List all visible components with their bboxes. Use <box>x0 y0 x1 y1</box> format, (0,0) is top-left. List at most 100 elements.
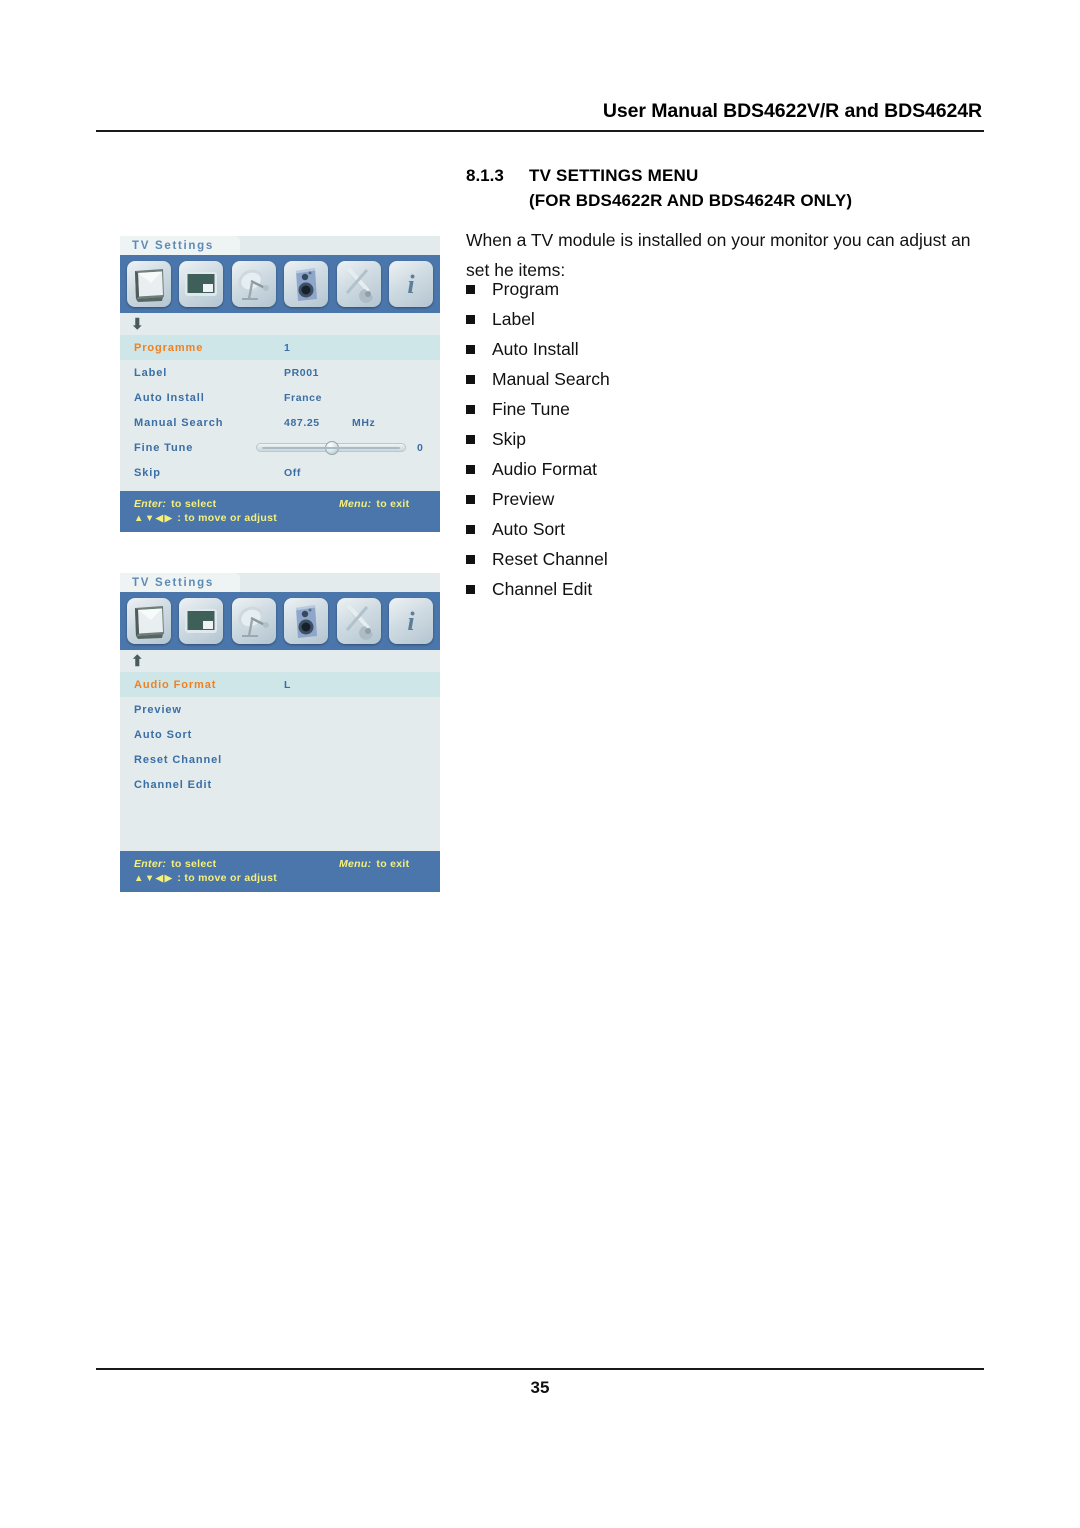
list-item-label: Reset Channel <box>492 549 608 569</box>
menu-action-label: to exit <box>376 498 410 510</box>
section-subtitle: (FOR BDS4622R AND BDS4624R ONLY) <box>529 191 853 210</box>
list-item-label: Label <box>492 309 535 329</box>
enter-key-label: Enter: <box>134 858 167 870</box>
fine-tune-slider[interactable]: 0 <box>256 435 423 460</box>
tools-wrench-icon[interactable] <box>336 598 381 644</box>
menu-key-label: Menu: <box>339 498 372 510</box>
osd-row-label: Auto Sort <box>134 728 193 741</box>
osd-menu-row[interactable]: Channel Edit <box>120 772 440 797</box>
osd-scroll-indicator-row: ⬆ <box>120 650 440 672</box>
scroll-up-arrow-icon: ⬆ <box>131 652 144 670</box>
osd-help-footer: Enter: to select Menu: to exit ▲▼◀▶ : to… <box>120 491 440 532</box>
list-item: Audio Format <box>466 454 986 484</box>
list-item-label: Fine Tune <box>492 399 570 419</box>
osd-row-label: Programme <box>134 341 204 354</box>
dpad-action-label: : to move or adjust <box>177 872 278 884</box>
enter-key-label: Enter: <box>134 498 167 510</box>
dpad-arrows-icon: ▲▼◀▶ <box>134 512 174 524</box>
slider-value: 0 <box>417 441 423 454</box>
osd-menu-row[interactable]: Reset Channel <box>120 747 440 772</box>
list-item: Skip <box>466 424 986 454</box>
list-item-label: Audio Format <box>492 459 598 479</box>
list-item-label: Channel Edit <box>492 579 593 599</box>
picture-in-picture-icon[interactable] <box>179 598 224 644</box>
osd-row-label: Manual Search <box>134 416 224 429</box>
satellite-dish-icon[interactable] <box>231 261 276 307</box>
osd-menu-rows: Programme 1 Label PR001 Auto Install France Ma… <box>120 335 440 485</box>
osd-empty-space <box>120 797 440 851</box>
section-heading: 8.1.3 TV SETTINGS MENU (FOR BDS4622R AND… <box>466 166 986 211</box>
enter-action-label: to select <box>171 498 217 510</box>
osd-menu-row[interactable]: Auto Sort <box>120 722 440 747</box>
bullet-square-icon <box>466 434 492 444</box>
osd-menu-row[interactable]: Fine Tune 0 <box>120 435 440 460</box>
speaker-icon[interactable] <box>284 261 329 307</box>
svg-text:i: i <box>407 607 415 636</box>
osd-tab-label: TV Settings <box>120 236 240 255</box>
osd-icon-bar: i <box>120 592 440 650</box>
info-icon[interactable]: i <box>388 598 433 644</box>
osd-row-value: Off <box>284 466 301 479</box>
list-item: Fine Tune <box>466 394 986 424</box>
osd-icon-bar: i <box>120 255 440 313</box>
osd-scroll-indicator-row: ⬇ <box>120 313 440 335</box>
osd-row-label: Reset Channel <box>134 753 223 766</box>
osd-row-value: PR001 <box>284 366 320 379</box>
list-item: Channel Edit <box>466 574 986 604</box>
list-item: Reset Channel <box>466 544 986 574</box>
osd-tab-label: TV Settings <box>120 573 240 592</box>
page-number: 35 <box>530 1378 550 1397</box>
slider-track[interactable] <box>256 441 406 455</box>
section-title: TV SETTINGS MENU <box>529 166 699 185</box>
dpad-arrows-icon: ▲▼◀▶ <box>134 872 174 884</box>
enter-action-label: to select <box>171 858 217 870</box>
tv-monitor-icon[interactable] <box>127 261 171 307</box>
list-item: Label <box>466 304 986 334</box>
osd-menu-row[interactable]: Preview <box>120 697 440 722</box>
osd-menu-row[interactable]: Label PR001 <box>120 360 440 385</box>
list-item: Auto Install <box>466 334 986 364</box>
tv-settings-osd-screenshot-2: TV Settings i ⬆ Audio Format L Preview Auto… <box>120 573 440 892</box>
osd-menu-row[interactable]: Auto Install France <box>120 385 440 410</box>
bullet-square-icon <box>466 404 492 414</box>
tv-monitor-icon[interactable] <box>127 598 171 644</box>
osd-row-label: Preview <box>134 703 182 716</box>
osd-row-value: 1 <box>284 341 291 354</box>
list-item-label: Auto Install <box>492 339 579 359</box>
osd-menu-row[interactable]: Audio Format L <box>120 672 440 697</box>
osd-menu-row[interactable]: Programme 1 <box>120 335 440 360</box>
speaker-icon[interactable] <box>284 598 329 644</box>
dpad-action-label: : to move or adjust <box>177 512 278 524</box>
bullet-square-icon <box>466 464 492 474</box>
osd-row-value: France <box>284 391 323 404</box>
list-item: Program <box>466 274 986 304</box>
list-item-label: Program <box>492 279 560 299</box>
satellite-dish-icon[interactable] <box>231 598 276 644</box>
bullet-square-icon <box>466 284 492 294</box>
scroll-down-arrow-icon: ⬇ <box>131 315 144 333</box>
osd-menu-row[interactable]: Skip Off <box>120 460 440 485</box>
list-item-label: Preview <box>492 489 555 509</box>
osd-row-label: Skip <box>134 466 161 479</box>
osd-menu-row[interactable]: Manual Search 487.25 MHz <box>120 410 440 435</box>
slider-knob[interactable] <box>325 441 339 455</box>
section-number: 8.1.3 <box>466 166 504 185</box>
osd-row-value: 487.25 <box>284 416 320 429</box>
header-divider <box>96 130 984 132</box>
picture-in-picture-icon[interactable] <box>179 261 224 307</box>
page-header: User Manual BDS4622V/R and BDS4624R <box>96 100 984 123</box>
info-icon[interactable]: i <box>388 261 433 307</box>
osd-row-label: Auto Install <box>134 391 205 404</box>
list-item-label: Auto Sort <box>492 519 565 539</box>
bullet-square-icon <box>466 494 492 504</box>
osd-row-unit: MHz <box>352 416 376 429</box>
osd-row-label: Channel Edit <box>134 778 213 791</box>
menu-key-label: Menu: <box>339 858 372 870</box>
osd-row-label: Label <box>134 366 168 379</box>
tv-settings-osd-screenshot-1: TV Settings i ⬇ Programme 1 Label PR001 Auto… <box>120 236 440 532</box>
bullet-square-icon <box>466 344 492 354</box>
bullet-square-icon <box>466 314 492 324</box>
osd-menu-rows: Audio Format L Preview Auto Sort Reset Chann… <box>120 672 440 797</box>
menu-action-label: to exit <box>376 858 410 870</box>
tools-wrench-icon[interactable] <box>336 261 381 307</box>
